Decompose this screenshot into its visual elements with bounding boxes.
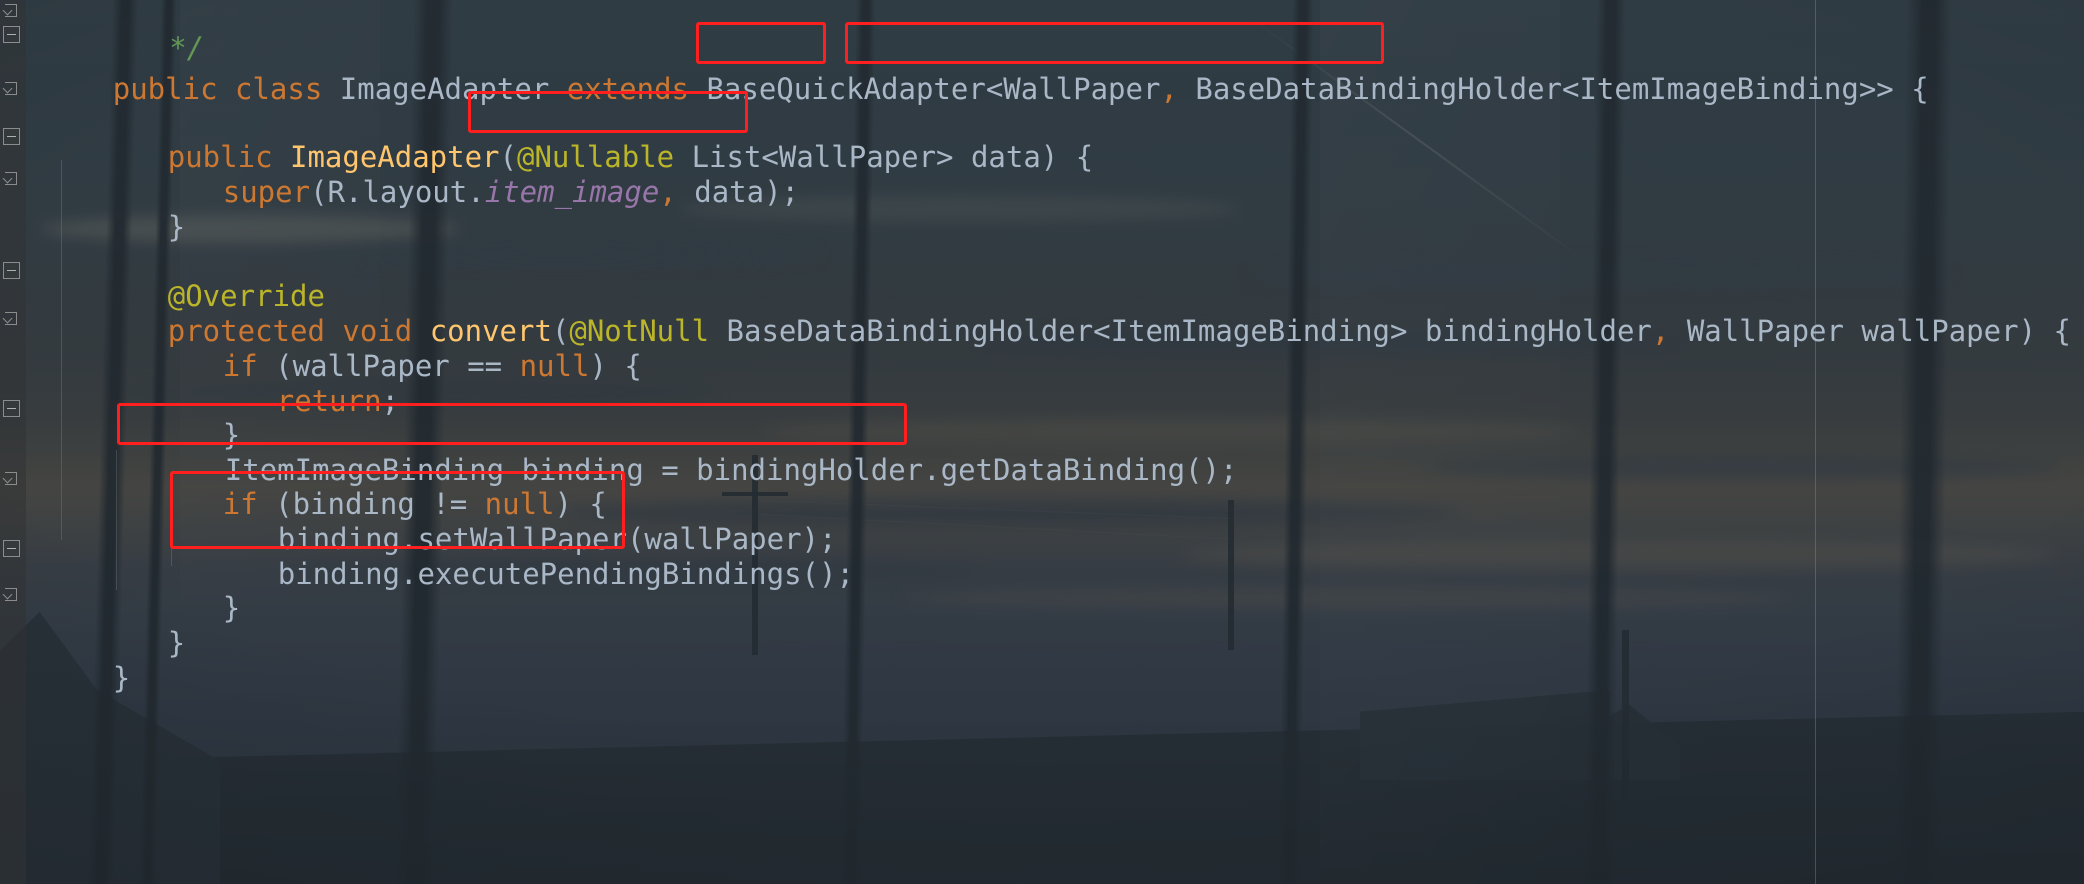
generic-arg-holder: BaseDataBindingHolder<ItemImageBinding> (1195, 72, 1877, 106)
keyword-super: super (222, 175, 311, 209)
arg-data: data (694, 175, 765, 209)
brace-close: } (167, 626, 186, 660)
param-binding-holder: BaseDataBindingHolder<ItemImageBinding> … (726, 314, 1652, 348)
paren-open: ( (310, 175, 328, 209)
brace-close: } (222, 591, 241, 625)
call-execute-pending-bindings: binding.executePendingBindings(); (277, 557, 854, 591)
code-text-layer[interactable]: */ public class ImageAdapter extends Bas… (0, 0, 2084, 884)
angle-close: > { (1876, 72, 1929, 106)
paren-close: ) { (1040, 140, 1094, 174)
keyword-null: null (519, 349, 590, 383)
condition-close: ) { (589, 349, 642, 383)
code-line-16[interactable]: binding.executePendingBindings(); (173, 505, 854, 591)
comma: , (1160, 72, 1178, 106)
comma: , (1651, 314, 1670, 348)
paren-close-semicolon: ); (764, 175, 799, 209)
code-editor[interactable]: */ public class ImageAdapter extends Bas… (0, 0, 2084, 884)
layout-reference: R.layout. (327, 175, 485, 209)
code-line-19[interactable]: } (8, 609, 130, 695)
brace-close: } (112, 661, 131, 695)
paren-close: ) { (2018, 314, 2071, 348)
code-line-2[interactable]: public class ImageAdapter extends BaseQu… (8, 20, 1929, 106)
code-line-5[interactable]: super(R.layout.item_image, data); (118, 123, 799, 209)
layout-field-name: item_image (484, 175, 660, 209)
comma: , (659, 175, 677, 209)
param-wallpaper: WallPaper wallPaper (1686, 314, 2019, 348)
code-line-6[interactable]: } (63, 158, 185, 244)
